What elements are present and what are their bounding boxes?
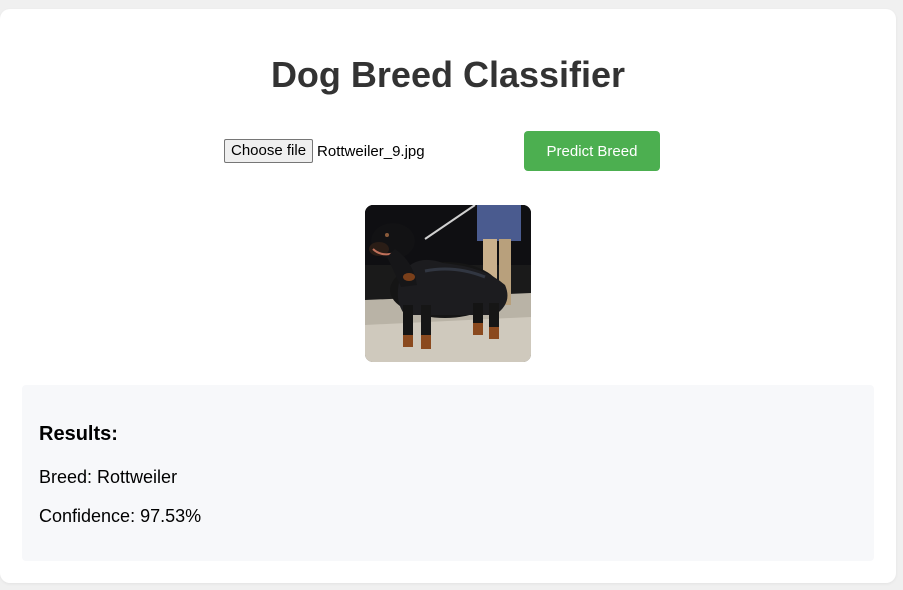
predict-breed-button[interactable]: Predict Breed	[524, 131, 660, 171]
choose-file-button[interactable]: Choose file	[224, 139, 314, 163]
selected-file-name: Rottweiler_9.jpg	[317, 142, 425, 160]
dog-preview-image	[365, 205, 531, 362]
results-panel: Results: Breed: Rottweiler Confidence: 9…	[22, 385, 874, 561]
breed-result: Breed: Rottweiler	[39, 467, 178, 487]
confidence-result: Confidence: 97.53%	[39, 506, 202, 526]
file-input[interactable]: Choose file Rottweiler_9.jpg	[224, 139, 425, 163]
results-heading: Results:	[39, 423, 118, 445]
main-card: Dog Breed Classifier Choose file Rottwei…	[0, 9, 896, 583]
page-title: Dog Breed Classifier	[270, 54, 626, 95]
